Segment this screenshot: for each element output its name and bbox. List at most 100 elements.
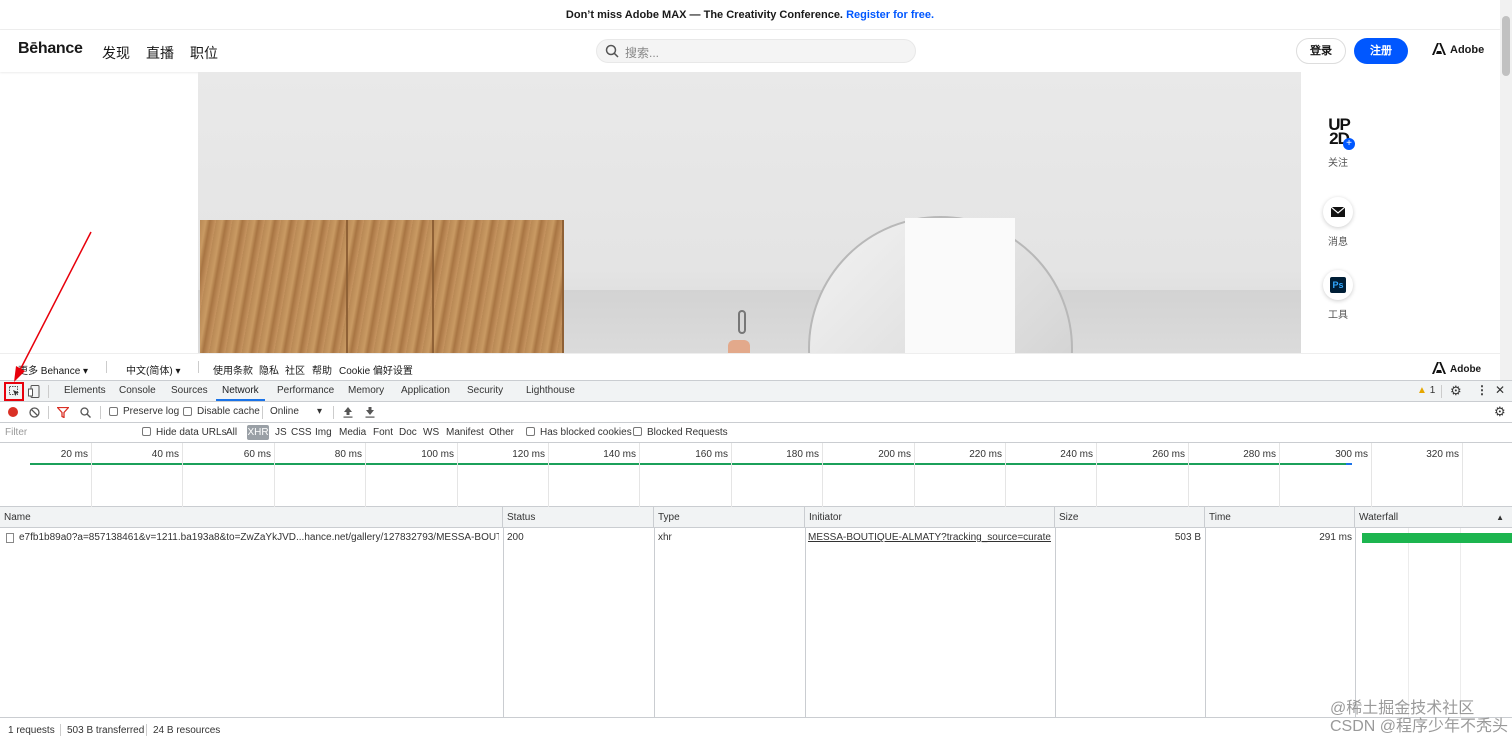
message-button[interactable] — [1323, 197, 1353, 227]
import-har-icon[interactable] — [343, 407, 353, 418]
timeline-gridline — [1096, 443, 1097, 507]
tab-network[interactable]: Network — [216, 385, 265, 401]
type-filter-ws[interactable]: WS — [423, 427, 439, 438]
network-filterbar: Filter Hide data URLs All XHR JS CSS Img… — [0, 423, 1512, 443]
timeline-tick-label: 80 ms — [334, 449, 362, 460]
nav-jobs[interactable]: 职位 — [190, 43, 218, 63]
type-filter-css[interactable]: CSS — [291, 427, 312, 438]
timeline-gridline — [182, 443, 183, 507]
sort-ascending-icon: ▲ — [1496, 513, 1504, 522]
footer-link-privacy[interactable]: 隐私 — [259, 362, 279, 377]
devtools-tabbar: Elements Console Sources Network Perform… — [0, 381, 1512, 402]
column-header-waterfall[interactable]: Waterfall ▲ — [1355, 507, 1512, 528]
tools-button[interactable]: Ps — [1323, 270, 1353, 300]
adobe-label: Adobe — [1450, 44, 1485, 56]
request-initiator-link[interactable]: MESSA-BOUTIQUE-ALMATY?tracking_source=cu… — [808, 532, 1051, 543]
record-icon[interactable] — [8, 407, 18, 417]
tab-sources[interactable]: Sources — [171, 385, 208, 396]
type-filter-xhr[interactable]: XHR — [247, 425, 269, 440]
has-blocked-cookies-checkbox[interactable] — [526, 427, 535, 436]
request-type: xhr — [658, 532, 672, 543]
wall-hook — [738, 310, 746, 334]
more-options-icon[interactable]: ⋮ — [1476, 383, 1488, 397]
throttling-select[interactable]: Online ▾ — [270, 406, 322, 417]
type-filter-font[interactable]: Font — [373, 427, 393, 438]
tools-action[interactable]: Ps 工具 — [1321, 270, 1355, 321]
waterfall-bar[interactable] — [1362, 533, 1512, 543]
timeline-tick-label: 260 ms — [1152, 449, 1185, 460]
page-footer: 更多 Behance ▾ 中文(简体) ▾ 使用条款 隐私 社区 帮助 Cook… — [0, 353, 1500, 380]
hand-shape — [728, 340, 750, 353]
type-filter-js[interactable]: JS — [275, 427, 287, 438]
follow-label: 关注 — [1328, 158, 1348, 169]
clear-icon[interactable] — [29, 407, 40, 418]
type-filter-other[interactable]: Other — [489, 427, 514, 438]
devtools-panel: Elements Console Sources Network Perform… — [0, 380, 1512, 741]
wood-cabinet-middle — [348, 220, 434, 353]
network-overview-timeline[interactable]: 20 ms 40 ms 60 ms 80 ms 100 ms 120 ms 140 ms 16… — [0, 443, 1512, 507]
search-icon[interactable] — [80, 407, 91, 418]
timeline-gridline — [1188, 443, 1189, 507]
resources-size: 24 B resources — [153, 725, 221, 736]
type-filter-media[interactable]: Media — [339, 427, 366, 438]
column-header-initiator[interactable]: Initiator — [805, 507, 1055, 528]
type-filter-manifest[interactable]: Manifest — [446, 427, 484, 438]
footer-adobe-link[interactable]: Adobe — [1432, 362, 1481, 375]
language-selector[interactable]: 中文(简体) ▾ — [126, 362, 180, 377]
project-hero-image[interactable] — [198, 72, 1301, 353]
column-header-status[interactable]: Status — [503, 507, 654, 528]
search-input[interactable]: 搜索... — [625, 44, 659, 61]
tab-performance[interactable]: Performance — [277, 385, 334, 396]
type-filter-doc[interactable]: Doc — [399, 427, 417, 438]
search-bar[interactable]: 搜索... — [596, 39, 916, 63]
filter-input[interactable]: Filter — [2, 426, 132, 440]
hide-data-urls-checkbox[interactable] — [142, 427, 151, 436]
request-name[interactable]: e7fb1b89a0?a=857138461&v=1211.ba193a8&to… — [19, 532, 499, 543]
type-filter-img[interactable]: Img — [315, 427, 332, 438]
footer-link-community[interactable]: 社区 — [285, 362, 305, 377]
signup-button[interactable]: 注册 — [1354, 38, 1408, 64]
column-header-size[interactable]: Size — [1055, 507, 1205, 528]
disable-cache-label: Disable cache — [197, 406, 260, 417]
footer-link-help[interactable]: 帮助 — [312, 362, 332, 377]
column-header-name[interactable]: Name — [0, 507, 503, 528]
disable-cache-checkbox[interactable] — [183, 407, 192, 416]
tab-memory[interactable]: Memory — [348, 385, 384, 396]
register-link[interactable]: Register for free. — [846, 9, 934, 21]
footer-link-cookie[interactable]: Cookie 偏好设置 — [339, 362, 413, 377]
watermark-line2: CSDN @程序少年不秃头 — [1330, 718, 1509, 735]
column-header-time[interactable]: Time — [1205, 507, 1355, 528]
timeline-tick-label: 320 ms — [1426, 449, 1459, 460]
settings-gear-icon[interactable]: ⚙ — [1450, 383, 1462, 399]
document-icon — [6, 533, 14, 543]
column-header-type[interactable]: Type — [654, 507, 805, 528]
nav-livestream[interactable]: 直播 — [146, 43, 174, 63]
timeline-tick-label: 100 ms — [421, 449, 454, 460]
tab-application[interactable]: Application — [401, 385, 450, 396]
tab-lighthouse[interactable]: Lighthouse — [526, 385, 575, 396]
page-scrollbar[interactable] — [1500, 0, 1512, 380]
photoshop-icon: Ps — [1330, 277, 1346, 293]
export-har-icon[interactable] — [365, 407, 375, 418]
login-button[interactable]: 登录 — [1296, 38, 1346, 64]
caret-down-icon: ▾ — [317, 406, 323, 417]
search-icon — [605, 44, 619, 58]
close-devtools-icon[interactable]: ✕ — [1495, 383, 1505, 397]
timeline-gridline — [365, 443, 366, 507]
filter-icon[interactable] — [57, 407, 69, 418]
tab-security[interactable]: Security — [467, 385, 503, 396]
preserve-log-checkbox[interactable] — [109, 407, 118, 416]
timeline-tick-label: 20 ms — [60, 449, 88, 460]
tab-console[interactable]: Console — [119, 385, 156, 396]
message-action[interactable]: 消息 — [1321, 197, 1355, 248]
blocked-requests-checkbox[interactable] — [633, 427, 642, 436]
follow-action[interactable]: UP 2D + 关注 — [1321, 116, 1355, 169]
network-settings-gear-icon[interactable]: ⚙ — [1494, 404, 1506, 420]
warnings-indicator[interactable]: ▲ 1 — [1417, 385, 1435, 396]
timeline-tick-label: 60 ms — [243, 449, 271, 460]
scrollbar-thumb[interactable] — [1502, 16, 1510, 76]
type-filter-all[interactable]: All — [226, 427, 237, 438]
owner-avatar[interactable]: UP 2D + — [1323, 116, 1355, 150]
adobe-link[interactable]: Adobe — [1432, 43, 1484, 56]
footer-link-terms[interactable]: 使用条款 — [213, 362, 253, 377]
